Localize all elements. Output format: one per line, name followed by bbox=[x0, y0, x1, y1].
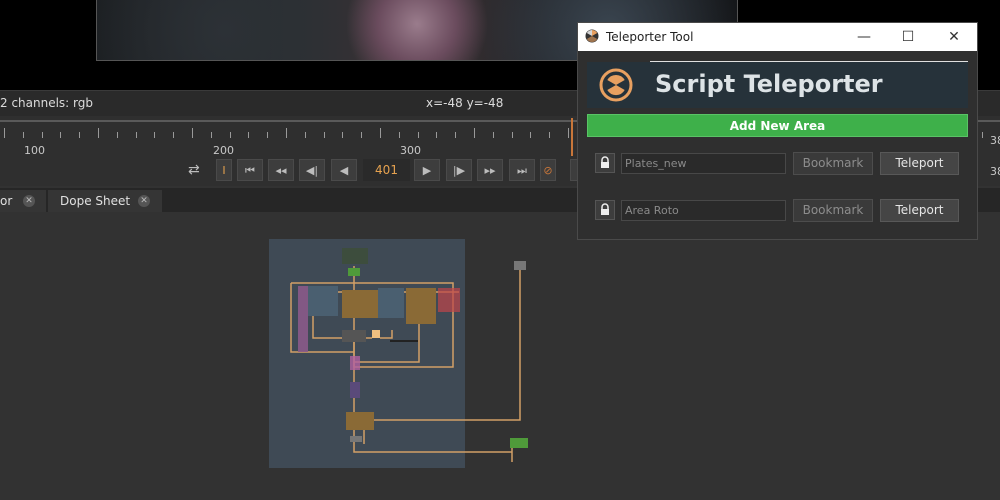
minimize-icon[interactable]: — bbox=[852, 28, 876, 46]
area-name-field[interactable]: Plates_new bbox=[621, 153, 786, 174]
maximize-icon[interactable]: ☐ bbox=[896, 28, 920, 46]
teleport-button[interactable]: Teleport bbox=[880, 152, 959, 175]
add-new-area-button[interactable]: Add New Area bbox=[587, 114, 968, 137]
nuke-app-icon bbox=[585, 29, 599, 43]
lock-icon bbox=[601, 203, 609, 215]
teleporter-logo-icon bbox=[599, 68, 633, 102]
bookmark-button[interactable]: Bookmark bbox=[793, 152, 873, 175]
lock-button[interactable] bbox=[595, 200, 615, 220]
lock-icon bbox=[601, 156, 609, 168]
header-divider bbox=[650, 61, 968, 62]
bookmark-button[interactable]: Bookmark bbox=[793, 199, 873, 222]
area-name-field[interactable]: Area Roto bbox=[621, 200, 786, 221]
window-title: Teleporter Tool bbox=[606, 30, 694, 44]
lock-button[interactable] bbox=[595, 153, 615, 173]
teleport-button[interactable]: Teleport bbox=[880, 199, 959, 222]
teleporter-heading: Script Teleporter bbox=[655, 70, 883, 98]
close-icon[interactable]: ✕ bbox=[942, 28, 966, 46]
